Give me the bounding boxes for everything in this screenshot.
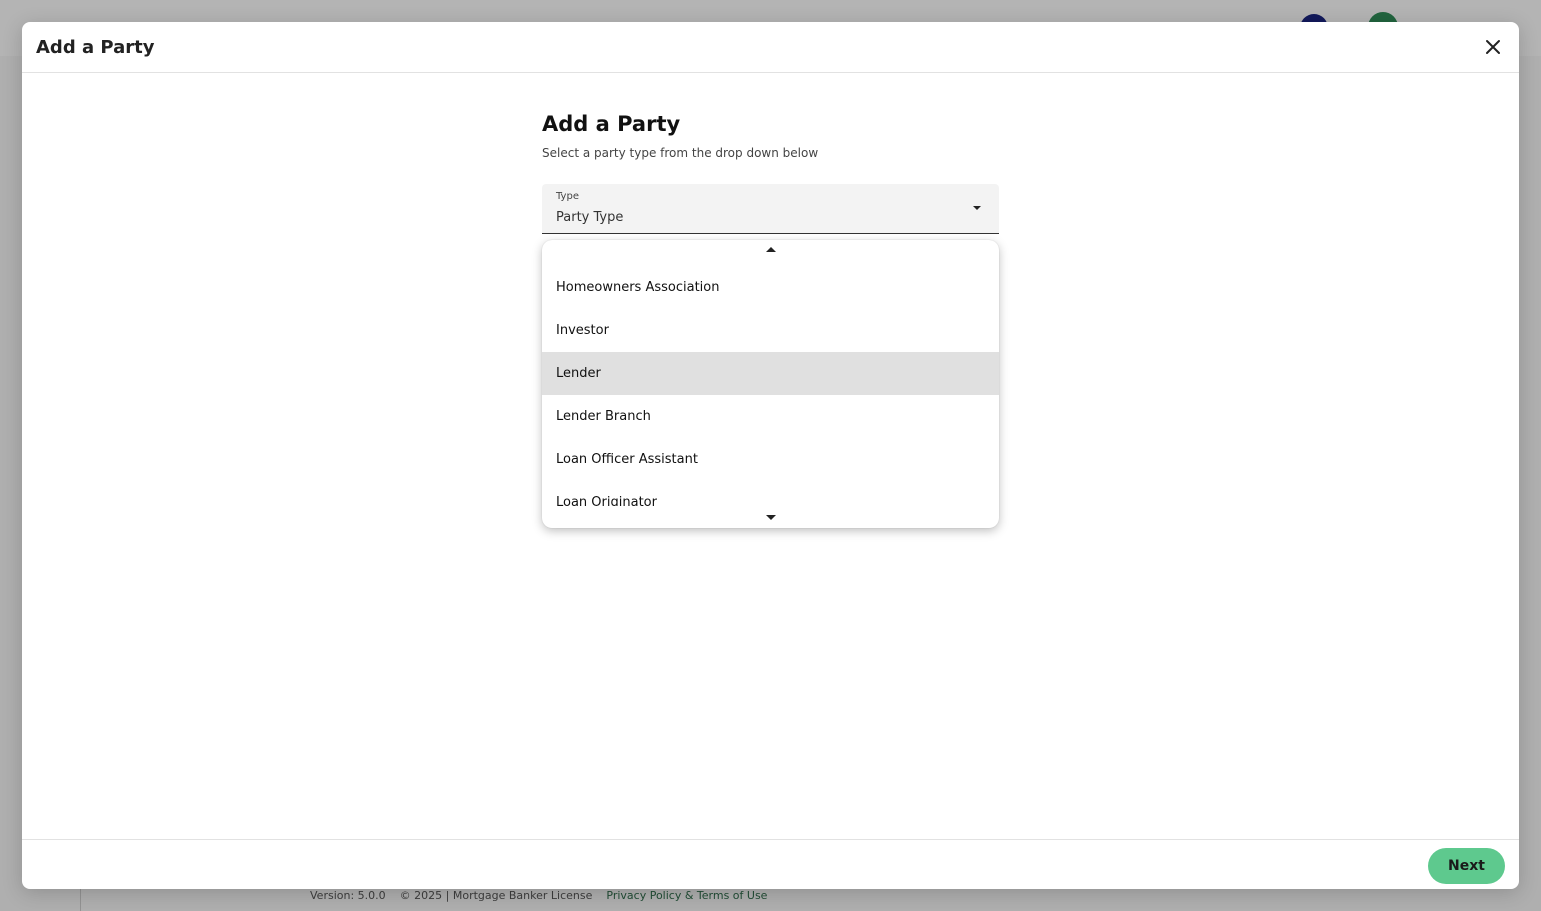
add-party-form: Add a Party Select a party type from the… [542,112,999,528]
dropdown-option[interactable]: Loan Officer Assistant [542,438,999,481]
close-button[interactable] [1481,35,1505,59]
dropdown-options: Homeowners Association Investor Lender Lend… [542,266,999,506]
next-button[interactable]: Next [1428,848,1505,884]
page-title: Add a Party [542,112,681,136]
party-type-dropdown: Homeowners Association Investor Lender Lend… [542,240,999,528]
modal-header: Add a Party [22,22,1519,73]
dropdown-option[interactable]: Lender [542,352,999,395]
add-party-modal: Add a Party Add a Party Select a party t… [22,22,1519,889]
scroll-down-arrow-icon[interactable] [766,515,776,520]
scroll-up-arrow-icon[interactable] [766,247,776,252]
dropdown-option[interactable]: Loan Originator [542,481,999,506]
select-label: Type [556,191,579,202]
select-value: Party Type [556,210,624,225]
party-type-select[interactable]: Type Party Type [542,184,999,234]
dropdown-option[interactable]: Lender Branch [542,395,999,438]
dropdown-option[interactable]: Homeowners Association [542,266,999,309]
caret-down-icon [973,206,981,210]
close-icon [1486,40,1500,54]
page-subtitle: Select a party type from the drop down b… [542,146,819,160]
modal-title: Add a Party [36,36,155,58]
modal-footer: Next [22,839,1519,889]
dropdown-option[interactable]: Investor [542,309,999,352]
